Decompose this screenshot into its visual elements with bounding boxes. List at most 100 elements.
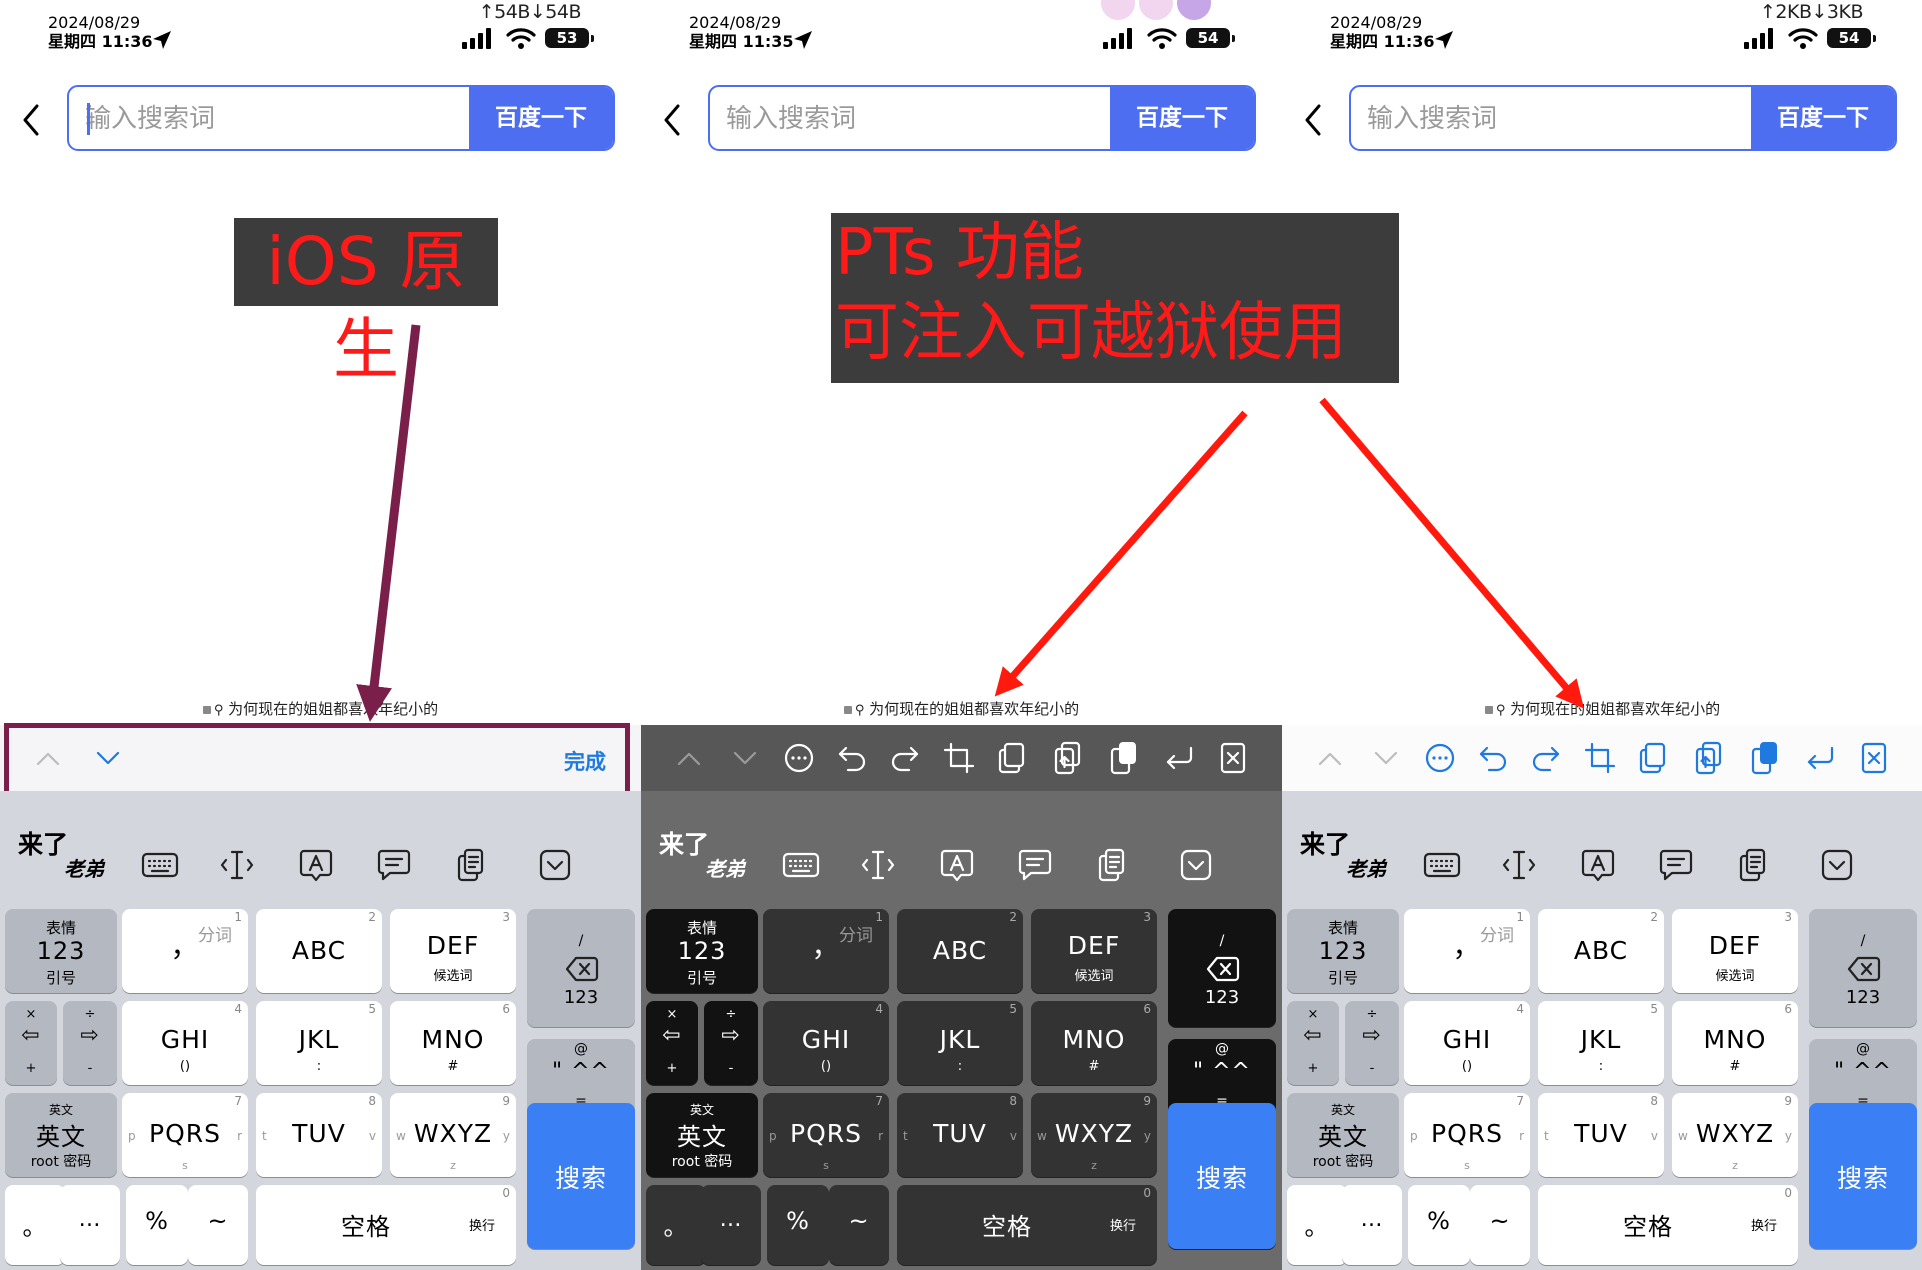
key-symbols[interactable]: 表情 123 引号: [1287, 909, 1399, 993]
comment-icon[interactable]: [374, 845, 414, 885]
comment-icon[interactable]: [1015, 845, 1055, 885]
autofill-suggestion[interactable]: ⚲ 为何现在的姐姐都喜欢年纪小的: [641, 693, 1282, 725]
key-tilde[interactable]: ~: [1470, 1185, 1530, 1265]
key-period[interactable]: 。: [646, 1185, 706, 1265]
textA-icon[interactable]: [296, 845, 336, 885]
key-punct[interactable]: 1 分词，: [1404, 909, 1530, 993]
key-english[interactable]: 英文 英文 root 密码: [5, 1093, 117, 1177]
paste-icon[interactable]: [1747, 740, 1783, 776]
key-backspace[interactable]: / 123: [1809, 909, 1917, 1027]
share-icon[interactable]: [1691, 740, 1727, 776]
key-jkl[interactable]: 5 JKL:: [256, 1001, 382, 1085]
key-ghi[interactable]: 4 GHI (): [1404, 1001, 1530, 1085]
search-button[interactable]: 百度一下: [1110, 87, 1254, 149]
copy-icon[interactable]: [995, 740, 1031, 776]
key-english[interactable]: 英文 英文 root 密码: [646, 1093, 758, 1177]
key-mno[interactable]: 6 MNO #: [1672, 1001, 1798, 1085]
key-pqrs[interactable]: 7 p r PQRS s: [1404, 1093, 1530, 1177]
key-search[interactable]: 搜索: [527, 1103, 635, 1249]
key-ghi[interactable]: 4 GHI (): [122, 1001, 248, 1085]
up-icon[interactable]: [671, 740, 707, 776]
key-tuv[interactable]: 8 t v TUV: [1538, 1093, 1664, 1177]
back-icon[interactable]: [661, 102, 683, 138]
keyboard-icon[interactable]: [140, 845, 180, 885]
redo-icon[interactable]: [1528, 740, 1564, 776]
key-cursor-right[interactable]: ÷ ⇨ -: [63, 1001, 117, 1085]
key-tuv[interactable]: 8 t v TUV: [256, 1093, 382, 1177]
key-percent[interactable]: %: [1408, 1185, 1470, 1265]
key-tuv[interactable]: 8 t v TUV: [897, 1093, 1023, 1177]
enter-icon[interactable]: [1161, 740, 1197, 776]
cursor-icon[interactable]: [1499, 845, 1539, 885]
keyboard-icon[interactable]: [781, 845, 821, 885]
key-jkl[interactable]: 5 JKL:: [1538, 1001, 1664, 1085]
undo-icon[interactable]: [1475, 740, 1511, 776]
key-wxyz[interactable]: 9 w y WXYZ z: [1031, 1093, 1157, 1177]
clip-icon[interactable]: [1734, 845, 1774, 885]
key-punct[interactable]: 1 分词，: [763, 909, 889, 993]
key-period[interactable]: 。: [5, 1185, 65, 1265]
more-icon[interactable]: [1422, 740, 1458, 776]
key-backspace[interactable]: / 123: [1168, 909, 1276, 1027]
key-space[interactable]: 0 空格 换行: [897, 1185, 1157, 1265]
key-percent[interactable]: %: [126, 1185, 188, 1265]
copy-icon[interactable]: [1636, 740, 1672, 776]
dismiss-icon[interactable]: [535, 845, 575, 885]
autofill-suggestion[interactable]: ⚲ 为何现在的姐姐都喜欢年纪小的: [1282, 693, 1922, 725]
key-mno[interactable]: 6 MNO #: [1031, 1001, 1157, 1085]
textA-icon[interactable]: [1578, 845, 1618, 885]
key-pqrs[interactable]: 7 p r PQRS s: [122, 1093, 248, 1177]
key-ellipsis[interactable]: …: [701, 1185, 761, 1265]
key-def[interactable]: 3 DEF 候选词: [1031, 909, 1157, 993]
key-ghi[interactable]: 4 GHI (): [763, 1001, 889, 1085]
undo-icon[interactable]: [834, 740, 870, 776]
share-icon[interactable]: [1050, 740, 1086, 776]
cursor-icon[interactable]: [217, 845, 257, 885]
key-tilde[interactable]: ~: [829, 1185, 889, 1265]
key-def[interactable]: 3 DEF 候选词: [390, 909, 516, 993]
key-tilde[interactable]: ~: [188, 1185, 248, 1265]
autofill-suggestion[interactable]: ⚲ 为何现在的姐姐都喜欢年纪小的: [0, 693, 641, 725]
search-button[interactable]: 百度一下: [469, 87, 613, 149]
dismiss-icon[interactable]: [1817, 845, 1857, 885]
search-button[interactable]: 百度一下: [1751, 87, 1895, 149]
key-cursor-left[interactable]: × ⇦ +: [5, 1001, 57, 1085]
key-backspace[interactable]: / 123: [527, 909, 635, 1027]
key-cursor-right[interactable]: ÷ ⇨ -: [704, 1001, 758, 1085]
back-icon[interactable]: [1302, 102, 1324, 138]
crop-icon[interactable]: [941, 740, 977, 776]
close-icon[interactable]: [1856, 740, 1892, 776]
keyboard-icon[interactable]: [1422, 845, 1462, 885]
key-pqrs[interactable]: 7 p r PQRS s: [763, 1093, 889, 1177]
enter-icon[interactable]: [1802, 740, 1838, 776]
key-cursor-left[interactable]: × ⇦ +: [646, 1001, 698, 1085]
down-icon[interactable]: [1368, 740, 1404, 776]
key-abc[interactable]: 2 ABC: [897, 909, 1023, 993]
key-space[interactable]: 0 空格 换行: [256, 1185, 516, 1265]
key-ellipsis[interactable]: …: [60, 1185, 120, 1265]
key-period[interactable]: 。: [1287, 1185, 1347, 1265]
clip-icon[interactable]: [1093, 845, 1133, 885]
textA-icon[interactable]: [937, 845, 977, 885]
key-cursor-right[interactable]: ÷ ⇨ -: [1345, 1001, 1399, 1085]
search-input[interactable]: [710, 87, 1128, 149]
key-punct[interactable]: 1 分词，: [122, 909, 248, 993]
key-abc[interactable]: 2 ABC: [256, 909, 382, 993]
cursor-icon[interactable]: [858, 845, 898, 885]
key-jkl[interactable]: 5 JKL:: [897, 1001, 1023, 1085]
key-mno[interactable]: 6 MNO #: [390, 1001, 516, 1085]
up-icon[interactable]: [1312, 740, 1348, 776]
paste-icon[interactable]: [1106, 740, 1142, 776]
search-input[interactable]: [69, 87, 487, 149]
key-symbols[interactable]: 表情 123 引号: [646, 909, 758, 993]
back-icon[interactable]: [20, 102, 42, 138]
redo-icon[interactable]: [887, 740, 923, 776]
clip-icon[interactable]: [452, 845, 492, 885]
key-percent[interactable]: %: [767, 1185, 829, 1265]
key-search[interactable]: 搜索: [1809, 1103, 1917, 1249]
key-space[interactable]: 0 空格 换行: [1538, 1185, 1798, 1265]
crop-icon[interactable]: [1582, 740, 1618, 776]
close-icon[interactable]: [1215, 740, 1251, 776]
key-wxyz[interactable]: 9 w y WXYZ z: [1672, 1093, 1798, 1177]
key-abc[interactable]: 2 ABC: [1538, 909, 1664, 993]
